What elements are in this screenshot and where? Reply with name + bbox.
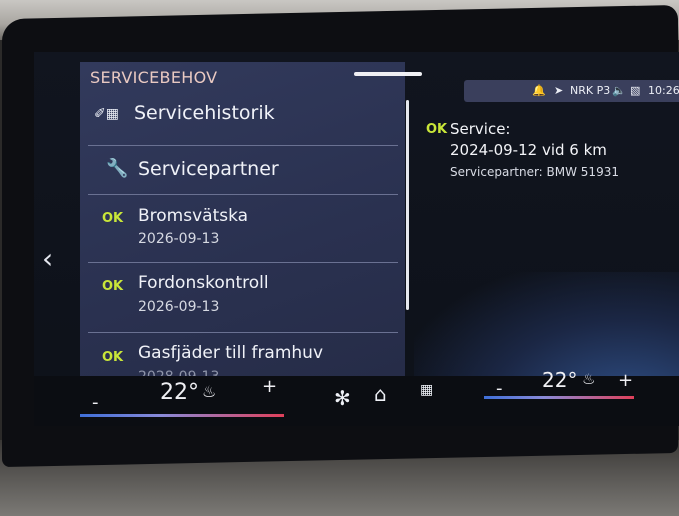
- list-item-date: 2026-09-13: [138, 231, 220, 247]
- service-history-icon: ✐▦: [94, 106, 119, 122]
- list-item-service-partner[interactable]: 🔧 Servicepartner: [80, 146, 405, 191]
- left-temp-minus-button[interactable]: -: [92, 392, 99, 413]
- home-icon[interactable]: ⌂: [374, 382, 387, 406]
- list-item-label: Fordonskontroll: [138, 273, 269, 293]
- infotainment-screen: ‹ SERVICEBEHOV ✐▦ Servicehistorik 🔧 Serv…: [34, 52, 679, 424]
- seat-heat-right-icon[interactable]: ♨: [582, 370, 595, 388]
- left-temp-plus-button[interactable]: +: [262, 376, 277, 397]
- panel-title: SERVICEBEHOV: [90, 68, 218, 87]
- list-item-date: 2026-09-13: [138, 299, 220, 315]
- status-ok-badge: OK: [102, 279, 124, 294]
- detail-title: Service:: [450, 120, 511, 138]
- list-item-service-history[interactable]: ✐▦ Servicehistorik: [80, 92, 405, 137]
- back-chevron-icon[interactable]: ‹: [42, 242, 53, 275]
- notification-icon: 🔔: [532, 84, 546, 97]
- list-item-brake-fluid[interactable]: OK Bromsvätska 2026-09-13: [80, 195, 405, 260]
- bottom-control-bar: - 22° ♨ + ✻ ⌂ ▦ - 22° ♨ +: [34, 368, 679, 426]
- right-temp-plus-button[interactable]: +: [618, 370, 633, 391]
- fan-icon[interactable]: ✻: [334, 386, 351, 410]
- right-temperature: 22°: [542, 368, 578, 392]
- left-temperature: 22°: [160, 380, 199, 405]
- wrench-icon: 🔧: [106, 158, 129, 179]
- left-temperature-bar: [80, 414, 284, 417]
- speaker-icon: 🔈: [612, 84, 626, 97]
- status-bar: 🔔 ➤ NRK P3 🔈 ▧ 10:26: [464, 80, 679, 102]
- right-temperature-bar: [484, 396, 634, 399]
- navigation-arrow-icon: ➤: [554, 84, 564, 97]
- service-needs-panel: SERVICEBEHOV ✐▦ Servicehistorik 🔧 Servic…: [80, 62, 405, 414]
- detail-service-partner: Servicepartner: BMW 51931: [450, 165, 619, 179]
- list-item-label: Gasfjäder till framhuv: [138, 343, 324, 363]
- seat-heating-icon: ▧: [630, 84, 641, 97]
- list-item-label: Bromsvätska: [138, 206, 249, 226]
- list-item-label: Servicepartner: [138, 158, 279, 180]
- clock: 10:26: [648, 84, 679, 97]
- status-ok-badge: OK: [102, 350, 124, 365]
- page-indicator: [354, 72, 422, 76]
- status-ok-badge: OK: [102, 211, 124, 226]
- scrollbar[interactable]: [406, 100, 409, 310]
- seat-heat-left-icon[interactable]: ♨: [202, 382, 216, 401]
- list-item-vehicle-check[interactable]: OK Fordonskontroll 2026-09-13: [80, 263, 405, 328]
- detail-status-badge: OK: [426, 122, 448, 137]
- detail-date-mileage: 2024-09-12 vid 6 km: [450, 141, 607, 159]
- radio-station: NRK P3: [570, 84, 611, 97]
- list-item-label: Servicehistorik: [134, 102, 275, 124]
- apps-grid-icon[interactable]: ▦: [420, 382, 433, 398]
